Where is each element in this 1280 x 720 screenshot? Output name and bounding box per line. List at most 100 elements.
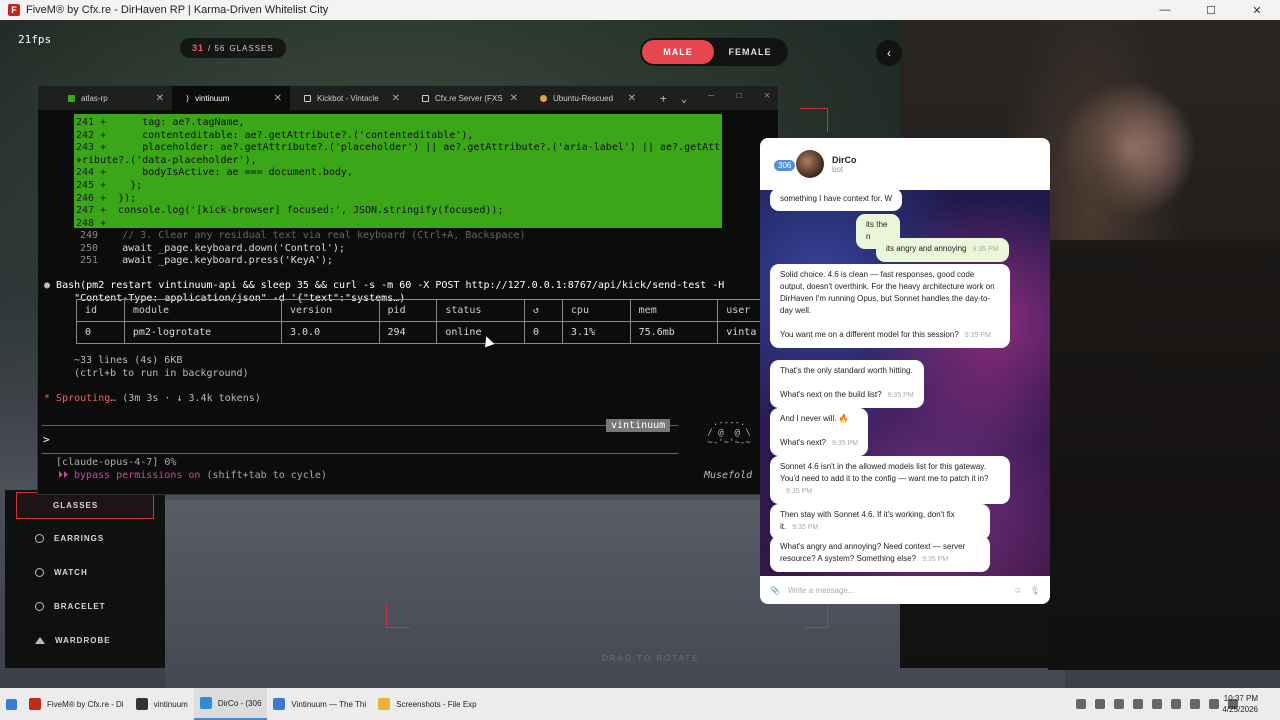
- clothing-item-bracelet[interactable]: BRACELET: [5, 589, 165, 623]
- bypass-permissions: ⏵⏵ bypass permissions on (shift+tab to c…: [58, 470, 327, 481]
- sprouting-label: Sprouting…: [56, 393, 117, 404]
- tray-icon[interactable]: [1171, 699, 1181, 709]
- tray-icon[interactable]: [1095, 699, 1105, 709]
- tray-icon[interactable]: [1133, 699, 1143, 709]
- tab-label: Ubuntu-Rescued: [553, 93, 614, 103]
- maximize-icon[interactable]: ☐: [1188, 0, 1234, 20]
- diff-line: 244 + bodyIsActive: ae === document.body…: [76, 166, 353, 179]
- taskbar: FiveM® by Cfx.re - Di vintinuum DirCo - (3…: [0, 688, 1280, 720]
- minimize-icon[interactable]: —: [1142, 0, 1188, 20]
- microphone-icon[interactable]: 🎙: [1030, 586, 1040, 595]
- line-number: 248 +: [76, 217, 107, 229]
- diff-line: 248 +: [76, 217, 106, 230]
- taskbar-app[interactable]: Screenshots - File Exp: [372, 688, 482, 720]
- gender-female-button[interactable]: FEMALE: [714, 40, 786, 64]
- diff-line: 245 + };: [76, 179, 142, 192]
- clothing-menu: GLASSES EARRINGS WATCH BRACELET WARDROBE: [5, 490, 165, 668]
- glasses-current: 31: [192, 43, 205, 53]
- tab-atlas-rp[interactable]: atlas-rp ✕: [54, 86, 172, 110]
- clothing-item-label: GLASSES: [53, 501, 99, 510]
- close-icon[interactable]: ✕: [156, 93, 164, 104]
- diff-line: 247 + console.log('[kick-browser] focuse…: [76, 204, 503, 217]
- avatar[interactable]: [796, 150, 824, 178]
- table-cell: 0: [76, 321, 125, 344]
- clock-time: 10:37 PM: [1223, 694, 1258, 703]
- tray-icon[interactable]: [1152, 699, 1162, 709]
- close-icon[interactable]: ✕: [510, 93, 518, 104]
- bypass-hint: (shift+tab to cycle): [200, 470, 327, 481]
- tray-icon[interactable]: [1190, 699, 1200, 709]
- message-time: 9:35 PM: [964, 332, 991, 339]
- clothing-item-watch[interactable]: WATCH: [5, 555, 165, 589]
- window-controls: — ☐ ✕: [1142, 0, 1280, 20]
- chat-window: 306 DirCo bot something I have context f…: [760, 138, 1050, 604]
- collapse-back-button[interactable]: ‹: [876, 40, 902, 66]
- line-number: 251: [80, 255, 99, 267]
- close-icon[interactable]: ✕: [1234, 0, 1280, 20]
- table-header-cell: module: [123, 299, 283, 322]
- prompt-bottom-rule: [42, 453, 678, 454]
- close-icon[interactable]: ✕: [392, 93, 400, 104]
- taskbar-app-label: DirCo - (306: [217, 698, 262, 708]
- code-text: };: [106, 180, 143, 191]
- message-incoming: That's the only standard worth hitting. …: [770, 360, 924, 408]
- terminal-tabbar: atlas-rp ✕ ⟩ vintinuum ✕ Kickbot - Vinta…: [38, 86, 778, 110]
- unread-badge[interactable]: 306: [774, 160, 796, 171]
- maximize-icon[interactable]: ☐: [736, 90, 742, 101]
- tab-ubuntu-rescued[interactable]: Ubuntu-Rescued ✕: [526, 86, 644, 110]
- app-icon: [273, 698, 286, 710]
- taskbar-app[interactable]: FiveM® by Cfx.re - Di: [23, 688, 130, 720]
- gender-male-button[interactable]: MALE: [642, 40, 714, 64]
- fivem-logo-icon: F: [8, 4, 20, 16]
- chat-title: DirCo bot: [832, 155, 857, 174]
- table-cell: 294: [378, 321, 438, 344]
- code-text: console.log('[kick-browser] focused:', J…: [106, 205, 504, 217]
- minimize-icon[interactable]: —: [708, 90, 714, 101]
- bracelet-icon: [35, 601, 44, 611]
- app-icon: [29, 698, 41, 710]
- attach-icon[interactable]: 📎: [770, 586, 780, 595]
- tab-kickbot[interactable]: Kickbot - Vintacle ✕: [290, 86, 408, 110]
- diff-line: +ribute?.('data-placeholder'),: [76, 154, 257, 167]
- table-header-cell: cpu: [561, 299, 631, 322]
- clock[interactable]: 10:37 PM 4/25/2026: [1222, 693, 1258, 715]
- tab-label: vintinuum: [195, 93, 230, 103]
- table-cell: pm2-logrotate: [123, 321, 283, 344]
- emoji-icon[interactable]: ☺: [1014, 586, 1022, 595]
- prompt-input[interactable]: >: [43, 433, 50, 446]
- close-icon[interactable]: ✕: [628, 93, 636, 104]
- taskbar-app[interactable]: DirCo - (306: [193, 688, 268, 720]
- table-cell: online: [436, 321, 525, 344]
- tab-cfx-server[interactable]: Cfx.re Server (FXS ✕: [408, 86, 526, 110]
- clothing-item-earrings[interactable]: EARRINGS: [5, 521, 165, 555]
- clothing-item-glasses[interactable]: GLASSES: [16, 492, 154, 519]
- clothing-item-wardrobe[interactable]: WARDROBE: [5, 623, 165, 657]
- message-input[interactable]: Write a message...: [788, 586, 1006, 595]
- clothing-item-label: WATCH: [54, 567, 88, 577]
- taskbar-app[interactable]: vintinuum: [130, 688, 194, 720]
- glasses-label: GLASSES: [229, 43, 274, 53]
- tray-icon[interactable]: [1114, 699, 1124, 709]
- taskbar-app[interactable]: Vintinuum — The Thi: [267, 688, 372, 720]
- tab-window-icon: [422, 94, 429, 102]
- chat-subtitle: bot: [832, 164, 844, 174]
- mascot-name: Musefold: [704, 470, 753, 481]
- new-tab-icon[interactable]: +: [660, 92, 667, 105]
- message-time: 9:35 PM: [972, 246, 999, 253]
- preview-corner-bl: [386, 604, 410, 628]
- wifi-icon[interactable]: [1209, 699, 1219, 709]
- close-icon[interactable]: ✕: [274, 93, 282, 104]
- taskbar-app-label: Vintinuum — The Thi: [291, 699, 367, 709]
- taskbar-apps: FiveM® by Cfx.re - Di vintinuum DirCo - (3…: [23, 688, 483, 720]
- code-text: placeholder: ae?.getAttribute?.('placeho…: [106, 142, 721, 154]
- pm2-table-body: 0 pm2-logrotate 3.0.0 294 online 0 3.1% 75.6mb v…: [76, 321, 796, 344]
- close-icon[interactable]: ✕: [764, 90, 770, 101]
- glasses-counter: 31 / 56 GLASSES: [180, 38, 286, 58]
- start-button[interactable]: [0, 688, 23, 720]
- chevron-down-icon[interactable]: ⌄: [681, 92, 688, 105]
- line-number: 245 +: [76, 180, 107, 191]
- tab-vintinuum[interactable]: ⟩ vintinuum ✕: [172, 86, 290, 110]
- message-incoming: Solid choice. 4.6 is clean — fast respon…: [770, 264, 1010, 348]
- chat-input-bar: 📎 Write a message... ☺ 🎙: [760, 576, 1050, 604]
- tray-icon[interactable]: [1076, 699, 1086, 709]
